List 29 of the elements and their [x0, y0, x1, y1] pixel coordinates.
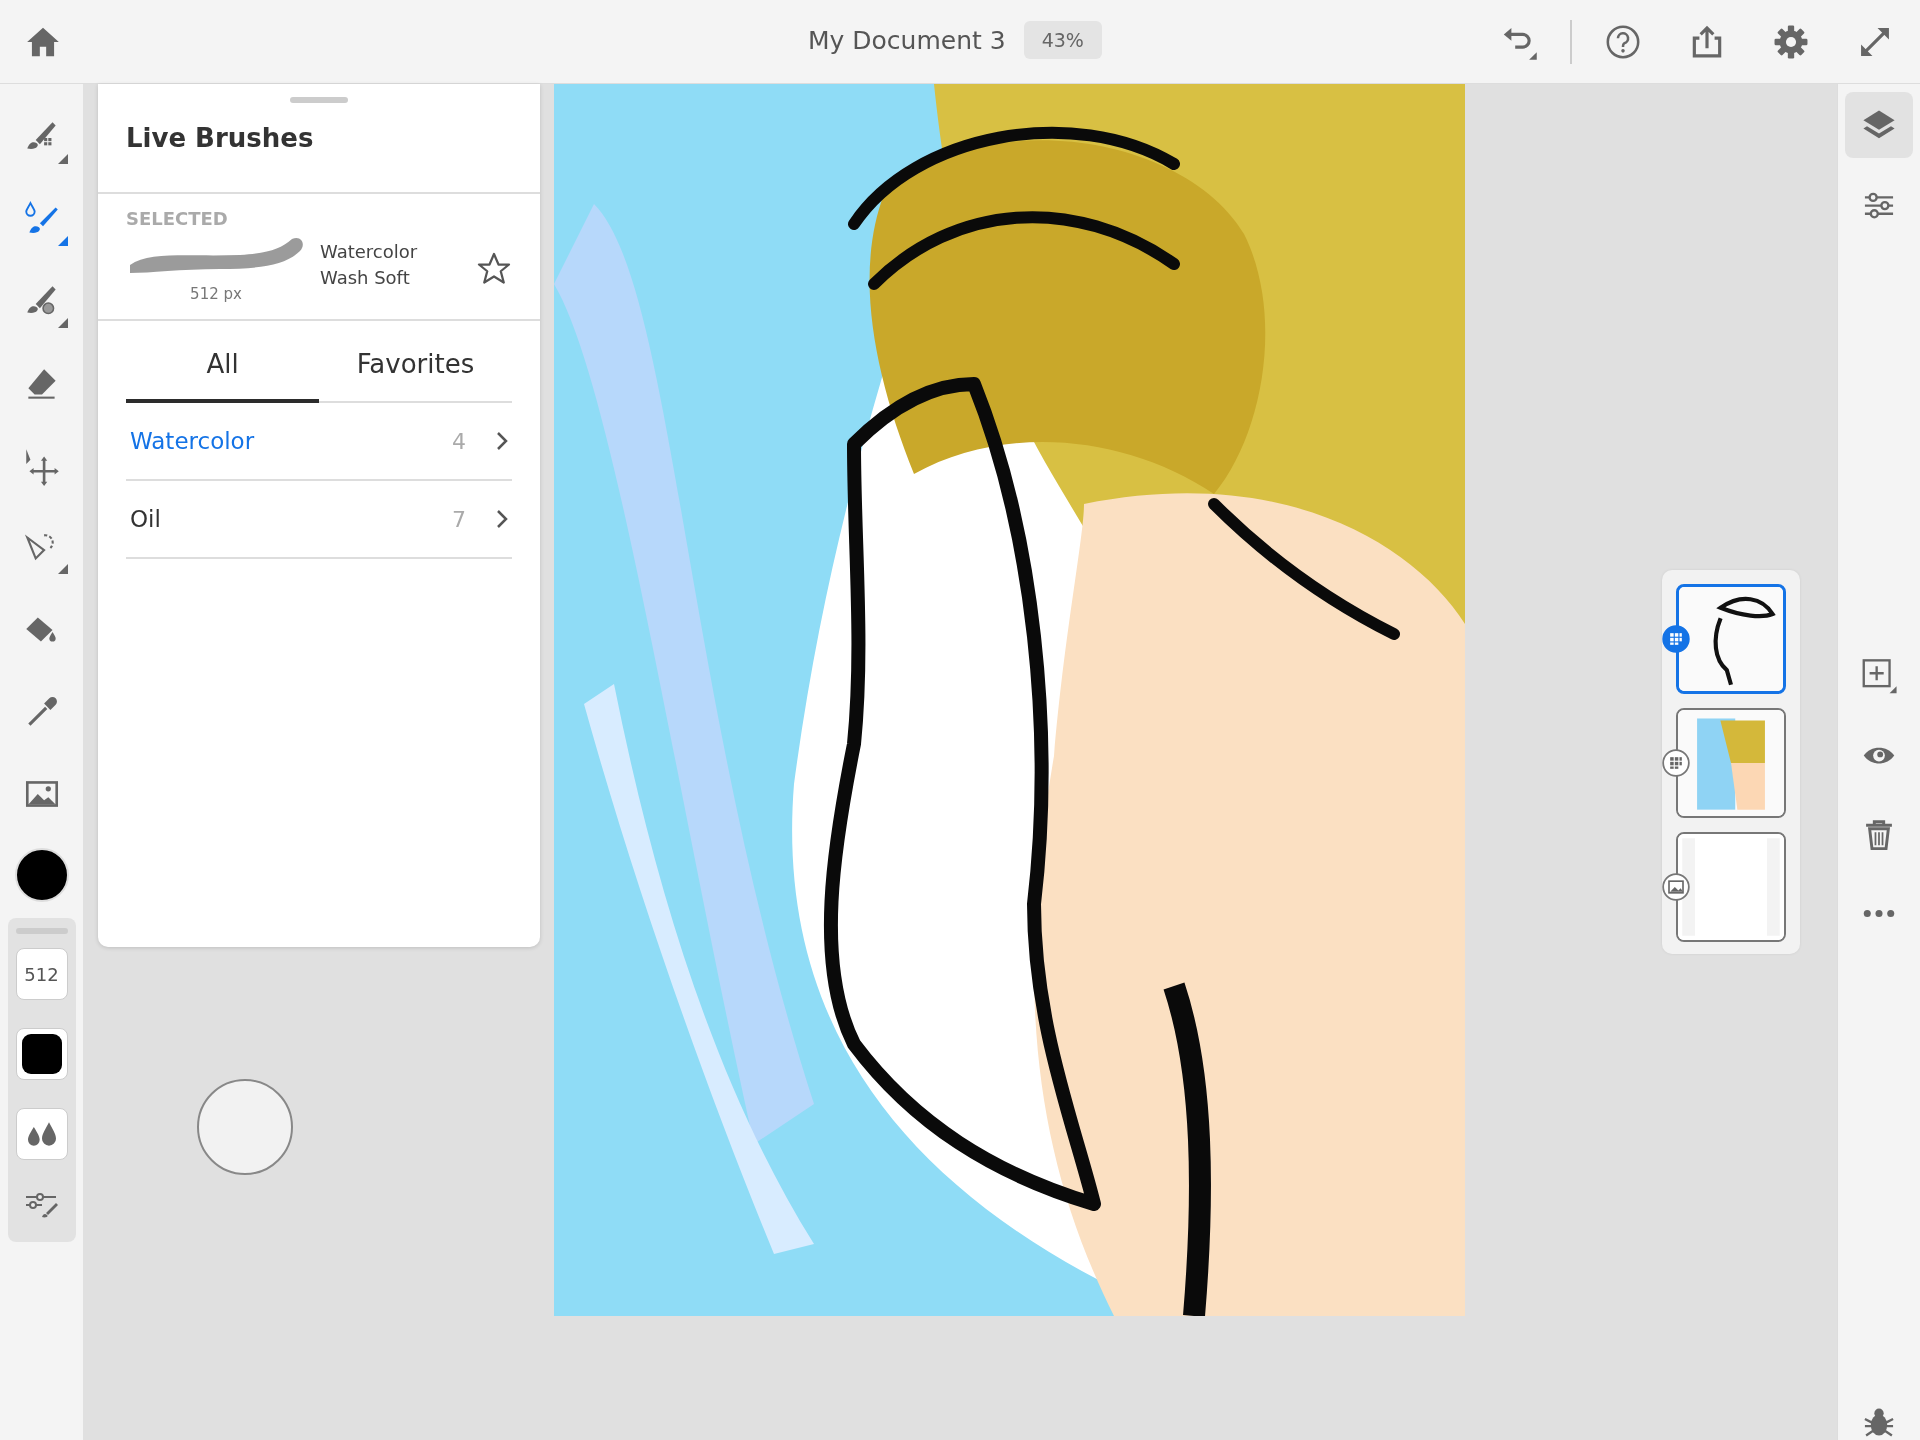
opacity-button[interactable]: [15, 1028, 68, 1080]
category-name: Oil: [129, 506, 162, 532]
brush-size-button[interactable]: 512: [15, 948, 68, 1000]
section-label: SELECTED: [126, 208, 229, 229]
corner-icon: [57, 564, 68, 574]
category-name: Watercolor: [129, 428, 256, 454]
brush-size-label: 512 px: [190, 285, 242, 303]
brush-name: Watercolor Wash Soft: [320, 240, 419, 290]
chevron-icon: [496, 509, 508, 529]
corner-icon: [57, 318, 68, 328]
tab[interactable]: Favorites: [319, 333, 512, 403]
corner-icon: [57, 154, 68, 164]
panel-title: Live Brushes: [98, 103, 540, 194]
grid-icon: [1662, 625, 1690, 653]
chevron-icon: [496, 431, 508, 451]
star-icon[interactable]: [476, 251, 512, 287]
category-count: 7: [452, 506, 466, 532]
document-title: My Document 3: [808, 25, 1006, 55]
flow-button[interactable]: [15, 1108, 68, 1160]
corner-icon: [57, 236, 68, 246]
image-layer-icon: [1662, 873, 1690, 901]
layers-button[interactable]: [1845, 92, 1913, 159]
add-layer-icon[interactable]: [1861, 658, 1897, 694]
brush-category-item[interactable]: Oil 7: [126, 481, 512, 559]
category-count: 4: [452, 428, 466, 454]
grid-icon: [1662, 749, 1690, 777]
zoom-level[interactable]: 43%: [1023, 21, 1102, 59]
tab[interactable]: All: [126, 333, 319, 403]
brush-category-item[interactable]: Watercolor 4: [126, 403, 512, 481]
